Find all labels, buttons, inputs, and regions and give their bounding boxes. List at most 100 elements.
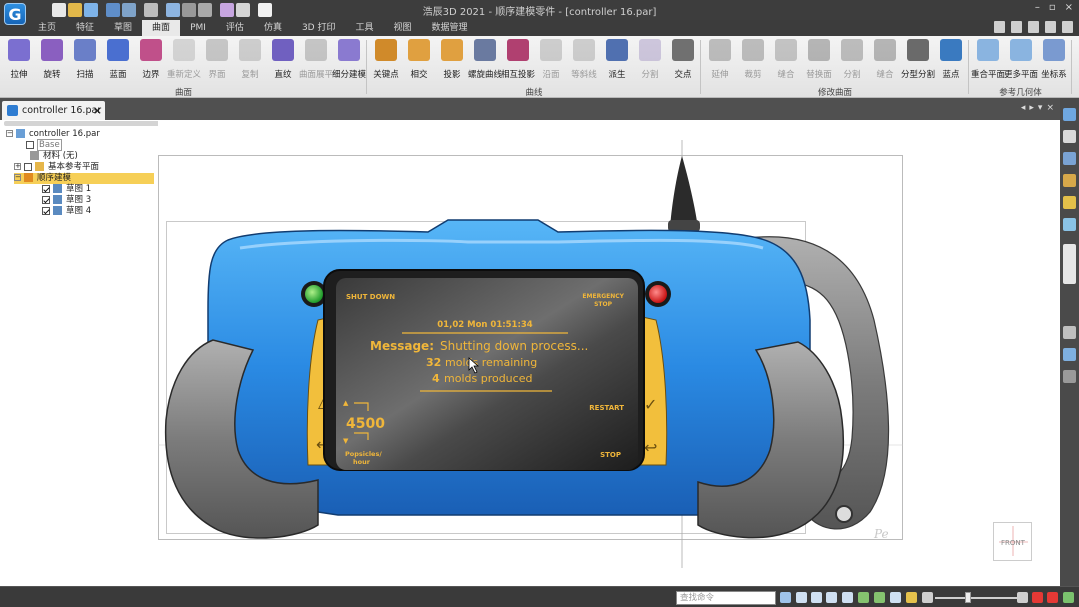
zoom-slider[interactable] [935, 597, 1019, 599]
layers-icon[interactable] [1063, 174, 1076, 187]
settings-icon[interactable] [1063, 348, 1076, 361]
expand-icon[interactable]: − [14, 174, 21, 181]
ribbon-minimize-icon[interactable] [1045, 21, 1056, 33]
graphics-viewport[interactable]: △ ↵ ✓ ↩ SHUT DOWN EMERGENCY STOP 01,02 M… [158, 120, 1060, 586]
collapse-icon[interactable]: − [6, 130, 13, 137]
document-tab[interactable]: controller 16.par × [2, 101, 105, 120]
ribbon-tool-2-1[interactable]: 裁剪 [736, 39, 770, 81]
pan-icon[interactable] [842, 592, 853, 603]
ribbon-tool-1-8[interactable]: 分割 [633, 39, 667, 81]
tab-4[interactable]: PMI [180, 20, 216, 36]
key-icon[interactable] [1063, 196, 1076, 209]
tab-0[interactable]: 主页 [28, 20, 66, 36]
tab-9[interactable]: 视图 [384, 20, 422, 36]
tab-8[interactable]: 工具 [345, 20, 383, 36]
family-icon[interactable] [1063, 152, 1076, 165]
ribbon-tool-0-9[interactable]: 曲面展平 [299, 39, 333, 81]
fit-icon[interactable] [826, 592, 837, 603]
ribbon-tool-0-8[interactable]: 直纹 [266, 39, 300, 81]
ribbon-tool-1-3[interactable]: 螺旋曲线 [468, 39, 502, 81]
ribbon-tool-0-2[interactable]: 扫描 [68, 39, 102, 81]
prev-doc-icon[interactable]: ◂ [1021, 103, 1026, 113]
view-orient-icon[interactable] [890, 592, 901, 603]
tree-item-0[interactable]: Base [26, 139, 62, 151]
tab-1[interactable]: 特征 [66, 20, 104, 36]
record-icon[interactable] [1032, 592, 1043, 603]
ribbon-tool-2-4[interactable]: 分割 [835, 39, 869, 81]
tab-5[interactable]: 评估 [216, 20, 254, 36]
expand-icon[interactable]: + [14, 163, 21, 170]
zoom-icon[interactable] [811, 592, 822, 603]
ribbon-tool-1-0[interactable]: 关键点 [369, 39, 403, 81]
rotate-icon[interactable] [858, 592, 869, 603]
ribbon-tool-1-4[interactable]: 相互投影 [501, 39, 535, 81]
ribbon-tool-0-5[interactable]: 重新定义 [167, 39, 201, 81]
ribbon-tool-0-0[interactable]: 拉伸 [2, 39, 36, 81]
ribbon-tool-2-5[interactable]: 缝合 [868, 39, 902, 81]
ribbon-tool-2-0[interactable]: 延伸 [703, 39, 737, 81]
ribbon-tool-0-1[interactable]: 旋转 [35, 39, 69, 81]
tree-item-5[interactable]: 草图 3 [42, 195, 92, 206]
zoom-slider-thumb[interactable] [965, 592, 971, 603]
visibility-checkbox[interactable] [42, 184, 50, 193]
stop-icon[interactable] [1047, 592, 1058, 603]
expand-icon[interactable] [1063, 370, 1076, 383]
sensor-icon[interactable] [1063, 218, 1076, 231]
layout-icon[interactable] [994, 21, 1005, 33]
tree-item-1[interactable]: 材料 (无) [30, 151, 79, 162]
ribbon-tool-3-2[interactable]: 坐标系 [1037, 39, 1071, 81]
zoom-out-icon[interactable] [922, 592, 933, 603]
shading-icon[interactable] [906, 592, 917, 603]
visibility-checkbox[interactable] [24, 162, 32, 171]
ribbon-tool-3-1[interactable]: 更多平面 [1004, 39, 1038, 81]
ribbon-tool-2-3[interactable]: 替换面 [802, 39, 836, 81]
ribbon-tool-0-4[interactable]: 边界 [134, 39, 168, 81]
help-icon[interactable] [1028, 21, 1039, 33]
ribbon-tool-0-3[interactable]: 蓝面 [101, 39, 135, 81]
ribbon-tool-1-7[interactable]: 派生 [600, 39, 634, 81]
ribbon-tool-2-6[interactable]: 分型分割 [901, 39, 935, 81]
download-icon[interactable] [1063, 592, 1074, 603]
ribbon-tool-2-2[interactable]: 缝合 [769, 39, 803, 81]
tab-3[interactable]: 曲面 [142, 20, 181, 36]
ribbon-tool-0-10[interactable]: 细分建模 [332, 39, 366, 81]
visibility-checkbox[interactable] [26, 140, 34, 149]
ribbon-tool-0-6[interactable]: 界面 [200, 39, 234, 81]
command-finder-input[interactable]: 查找命令 [676, 591, 776, 605]
ribbon-tool-1-9[interactable]: 交点 [666, 39, 700, 81]
ribbon-tool-1-2[interactable]: 投影 [435, 39, 469, 81]
tab-6[interactable]: 仿真 [254, 20, 292, 36]
spin-icon[interactable] [874, 592, 885, 603]
maximize-button[interactable]: ▫ [1049, 2, 1056, 13]
surface-structure-tab[interactable] [1063, 244, 1076, 284]
part-library-icon[interactable] [1063, 108, 1076, 121]
doc-list-icon[interactable]: ▾ [1038, 103, 1043, 113]
tree-item-3[interactable]: − 顺序建模 [14, 173, 154, 184]
pathfinder-scrollbar[interactable] [4, 121, 180, 126]
tree-item-4[interactable]: 草图 1 [42, 184, 92, 195]
grid-icon[interactable] [1063, 326, 1076, 339]
minimize-button[interactable]: – [1035, 2, 1040, 13]
ribbon-restore-icon[interactable] [1062, 21, 1073, 33]
tab-10[interactable]: 数据管理 [422, 20, 478, 36]
close-document-icon[interactable]: × [93, 101, 102, 120]
document-icon[interactable] [1011, 21, 1022, 33]
ribbon-tool-1-1[interactable]: 相交 [402, 39, 436, 81]
zoom-in-icon[interactable] [1017, 592, 1028, 603]
ribbon-tool-3-0[interactable]: 重合平面 [971, 39, 1005, 81]
tab-7[interactable]: 3D 打印 [292, 20, 346, 36]
ribbon-tool-1-5[interactable]: 沿面 [534, 39, 568, 81]
tab-2[interactable]: 草图 [104, 20, 142, 36]
zoom-area-icon[interactable] [796, 592, 807, 603]
arrow-icon[interactable] [780, 592, 791, 603]
visibility-checkbox[interactable] [42, 195, 50, 204]
help-panel-icon[interactable] [1063, 130, 1076, 143]
tree-item-6[interactable]: 草图 4 [42, 206, 92, 217]
ribbon-tool-2-7[interactable]: 蓝点 [934, 39, 968, 81]
ribbon-tool-1-6[interactable]: 等斜线 [567, 39, 601, 81]
close-all-icon[interactable]: × [1046, 103, 1054, 113]
close-button[interactable]: × [1065, 2, 1073, 13]
ribbon-tool-0-7[interactable]: 复制 [233, 39, 267, 81]
visibility-checkbox[interactable] [42, 206, 50, 215]
next-doc-icon[interactable]: ▸ [1029, 103, 1034, 113]
